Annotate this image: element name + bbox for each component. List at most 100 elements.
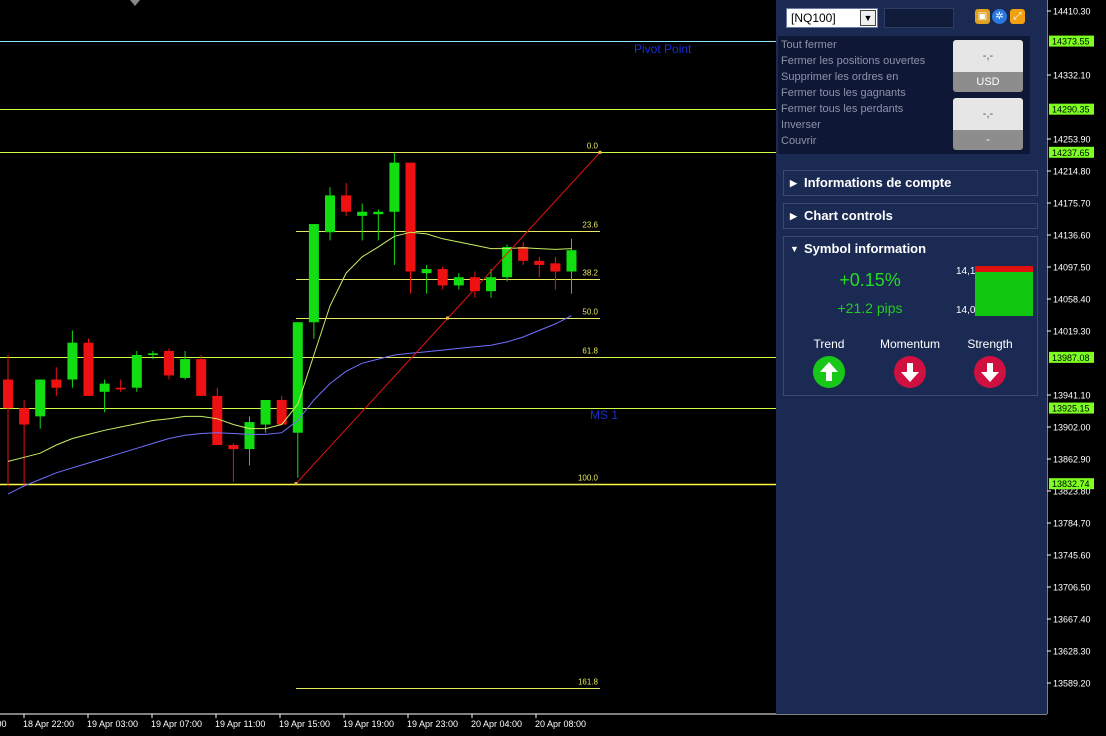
candle-body: [115, 387, 126, 390]
price-tick-label: 14410.30: [1053, 7, 1091, 17]
price-tick-label: 13862.90: [1053, 455, 1091, 465]
section-title: Symbol information: [804, 241, 927, 256]
fib-level-label: 100.0: [578, 474, 599, 483]
arrow-down-icon: [894, 356, 926, 388]
action-delete-orders[interactable]: Supprimer les ordres en: [781, 71, 898, 83]
time-tick-label: 19 Apr 23:00: [407, 719, 458, 729]
candle-body: [373, 211, 384, 215]
chevron-down-icon: ▼: [790, 244, 799, 254]
section-title: Informations de compte: [804, 175, 952, 190]
price-tick-label: 14019.30: [1053, 327, 1091, 337]
action-close-open-positions[interactable]: Fermer les positions ouvertes: [781, 55, 925, 67]
symbol-select-value: [NQ100]: [791, 11, 836, 25]
quote-box-2[interactable]: -,- -: [953, 98, 1023, 150]
price-highlight-label: 14373.55: [1052, 37, 1090, 47]
candle-body: [341, 195, 352, 212]
price-tick-label: 14214.80: [1053, 167, 1091, 177]
section-title: Chart controls: [804, 208, 893, 223]
price-highlight-label: 14290.35: [1052, 105, 1090, 115]
quote-box-1[interactable]: -,- USD: [953, 40, 1023, 92]
candle-body: [325, 195, 335, 233]
candle-body: [196, 359, 207, 396]
candle-body: [486, 277, 496, 292]
price-tick-label: 13628.30: [1053, 647, 1091, 657]
candle-body: [83, 342, 94, 396]
price-tick-label: 14058.40: [1053, 295, 1091, 305]
candle-body: [35, 379, 46, 417]
gear-icon[interactable]: ✲: [992, 9, 1007, 24]
candle-body: [164, 350, 174, 376]
price-highlight-label: 13925.15: [1052, 404, 1090, 414]
price-tick-label: 13941.10: [1053, 391, 1091, 401]
candle-body: [421, 269, 432, 274]
candle-body: [19, 408, 30, 425]
fib-level-label: 161.8: [578, 678, 599, 687]
candle-body: [437, 269, 448, 286]
price-tick-label: 14136.60: [1053, 231, 1091, 241]
time-tick-label: 20 Apr 04:00: [471, 719, 522, 729]
fib-level-label: 50.0: [582, 308, 598, 317]
expand-icon[interactable]: ⤢: [1010, 9, 1025, 24]
fib-anchor: [446, 316, 449, 320]
price-highlight-label: 13987.08: [1052, 353, 1090, 363]
candle-body: [147, 353, 158, 355]
section-account-info[interactable]: ▶ Informations de compte: [783, 170, 1038, 196]
candle-body: [308, 224, 319, 323]
candle-body: [3, 379, 13, 409]
price-tick-label: 13667.40: [1053, 615, 1091, 625]
ms1-label: MS 1: [590, 408, 618, 422]
candle-body: [260, 399, 271, 425]
quote-currency: -: [953, 130, 1023, 150]
trend-label: Trend: [813, 337, 845, 351]
candle-body: [67, 342, 78, 380]
arrow-up-icon: [813, 356, 845, 388]
chevron-down-icon[interactable]: ▼: [860, 10, 876, 26]
action-close-all[interactable]: Tout fermer: [781, 39, 837, 51]
candle-body: [534, 260, 545, 265]
time-tick-label: 19 Apr 19:00: [343, 719, 394, 729]
price-highlight-label: 14237.65: [1052, 148, 1090, 158]
candle-body: [244, 422, 255, 450]
symbol-select[interactable]: [NQ100] ▼: [786, 8, 878, 28]
fib-level-label: 23.6: [582, 221, 598, 230]
action-reverse[interactable]: Inverser: [781, 119, 821, 131]
candle-body: [131, 354, 142, 388]
copy-icon[interactable]: ▣: [975, 9, 990, 24]
quote-currency: USD: [953, 72, 1023, 92]
quote-value: -,-: [953, 98, 1023, 130]
time-tick-label: 19 Apr 11:00: [215, 719, 265, 729]
price-tick-label: 14332.10: [1053, 71, 1091, 81]
fib-anchor: [598, 150, 602, 154]
fib-level-label: 38.2: [582, 269, 598, 278]
arrow-down-icon: [974, 356, 1006, 388]
action-close-losers[interactable]: Fermer tous les perdants: [781, 103, 903, 115]
scroll-marker-icon: [130, 0, 140, 6]
chevron-right-icon: ▶: [790, 211, 797, 221]
price-tick-label: 14253.90: [1053, 135, 1091, 145]
lot-input[interactable]: [884, 8, 954, 28]
candle-body: [180, 359, 191, 378]
chevron-right-icon: ▶: [790, 178, 797, 188]
strength-label: Strength: [967, 337, 1013, 351]
candle-body: [99, 383, 110, 392]
time-tick-label: :00: [0, 719, 7, 729]
pivot-point-label: Pivot Point: [634, 42, 692, 56]
price-tick-label: 14175.70: [1053, 199, 1091, 209]
candle-body: [550, 263, 561, 272]
action-hedge[interactable]: Couvrir: [781, 135, 816, 147]
price-tick-label: 14097.50: [1053, 263, 1091, 273]
time-tick-label: 19 Apr 07:00: [151, 719, 202, 729]
time-tick-label: 19 Apr 03:00: [87, 719, 138, 729]
price-tick-label: 13902.00: [1053, 423, 1091, 433]
change-percent: +0.15%: [839, 270, 901, 290]
candle-body: [228, 445, 239, 450]
time-tick-label: 20 Apr 08:00: [535, 719, 586, 729]
change-pips: +21.2 pips: [837, 300, 903, 316]
price-tick-label: 13706.50: [1053, 583, 1091, 593]
fib-anchor: [294, 482, 298, 486]
section-chart-controls[interactable]: ▶ Chart controls: [783, 203, 1038, 229]
action-close-winners[interactable]: Fermer tous les gagnants: [781, 87, 906, 99]
range-bar-body: [975, 272, 1033, 316]
candle-body: [357, 211, 368, 216]
candle-body: [51, 379, 62, 388]
